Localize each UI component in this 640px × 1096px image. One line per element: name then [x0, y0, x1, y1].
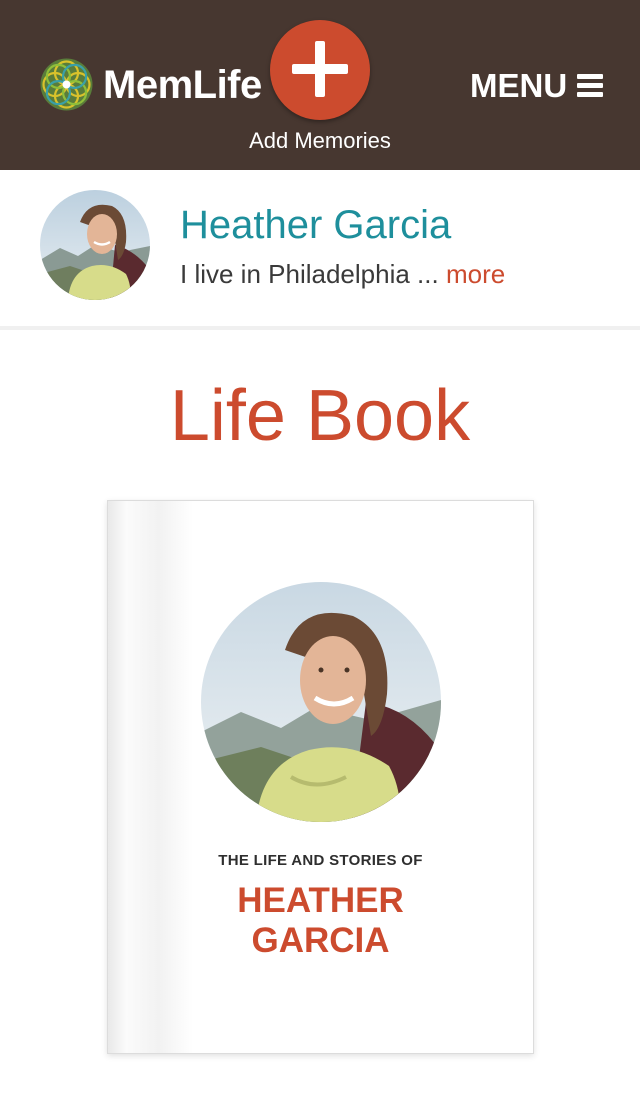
menu-label: MENU — [470, 67, 568, 104]
top-header: MemLife Add Memories MENU — [0, 0, 640, 170]
hamburger-icon — [577, 74, 604, 98]
book-subtitle: THE LIFE AND STORIES OF — [218, 852, 423, 869]
book-name-line1: HEATHER — [237, 881, 404, 920]
profile-name[interactable]: Heather Garcia — [180, 203, 451, 248]
page-title: Life Book — [169, 376, 471, 456]
profile-photo — [40, 190, 150, 300]
avatar[interactable] — [40, 190, 150, 300]
book-author-name: HEATHER GARCIA — [108, 881, 533, 961]
more-link[interactable]: more — [446, 259, 505, 289]
profile-summary: Heather Garcia I live in Philadelphia ..… — [0, 170, 640, 326]
profile-bio-text: I live in Philadelphia ... — [180, 259, 439, 289]
menu-button[interactable]: MENU — [470, 66, 604, 106]
profile-bio: I live in Philadelphia ... more — [180, 259, 505, 290]
divider — [0, 326, 640, 330]
book-name-line2: GARCIA — [251, 921, 390, 960]
cover-portrait-image — [201, 582, 441, 822]
book-spine — [108, 501, 193, 1053]
brand-name[interactable]: MemLife — [103, 62, 262, 108]
cover-photo — [201, 582, 441, 822]
add-memories-button[interactable] — [270, 20, 370, 120]
memlife-logo-icon[interactable] — [40, 58, 93, 111]
add-memories-label[interactable]: Add Memories — [220, 128, 420, 154]
life-book-cover[interactable]: THE LIFE AND STORIES OF HEATHER GARCIA — [107, 500, 534, 1054]
